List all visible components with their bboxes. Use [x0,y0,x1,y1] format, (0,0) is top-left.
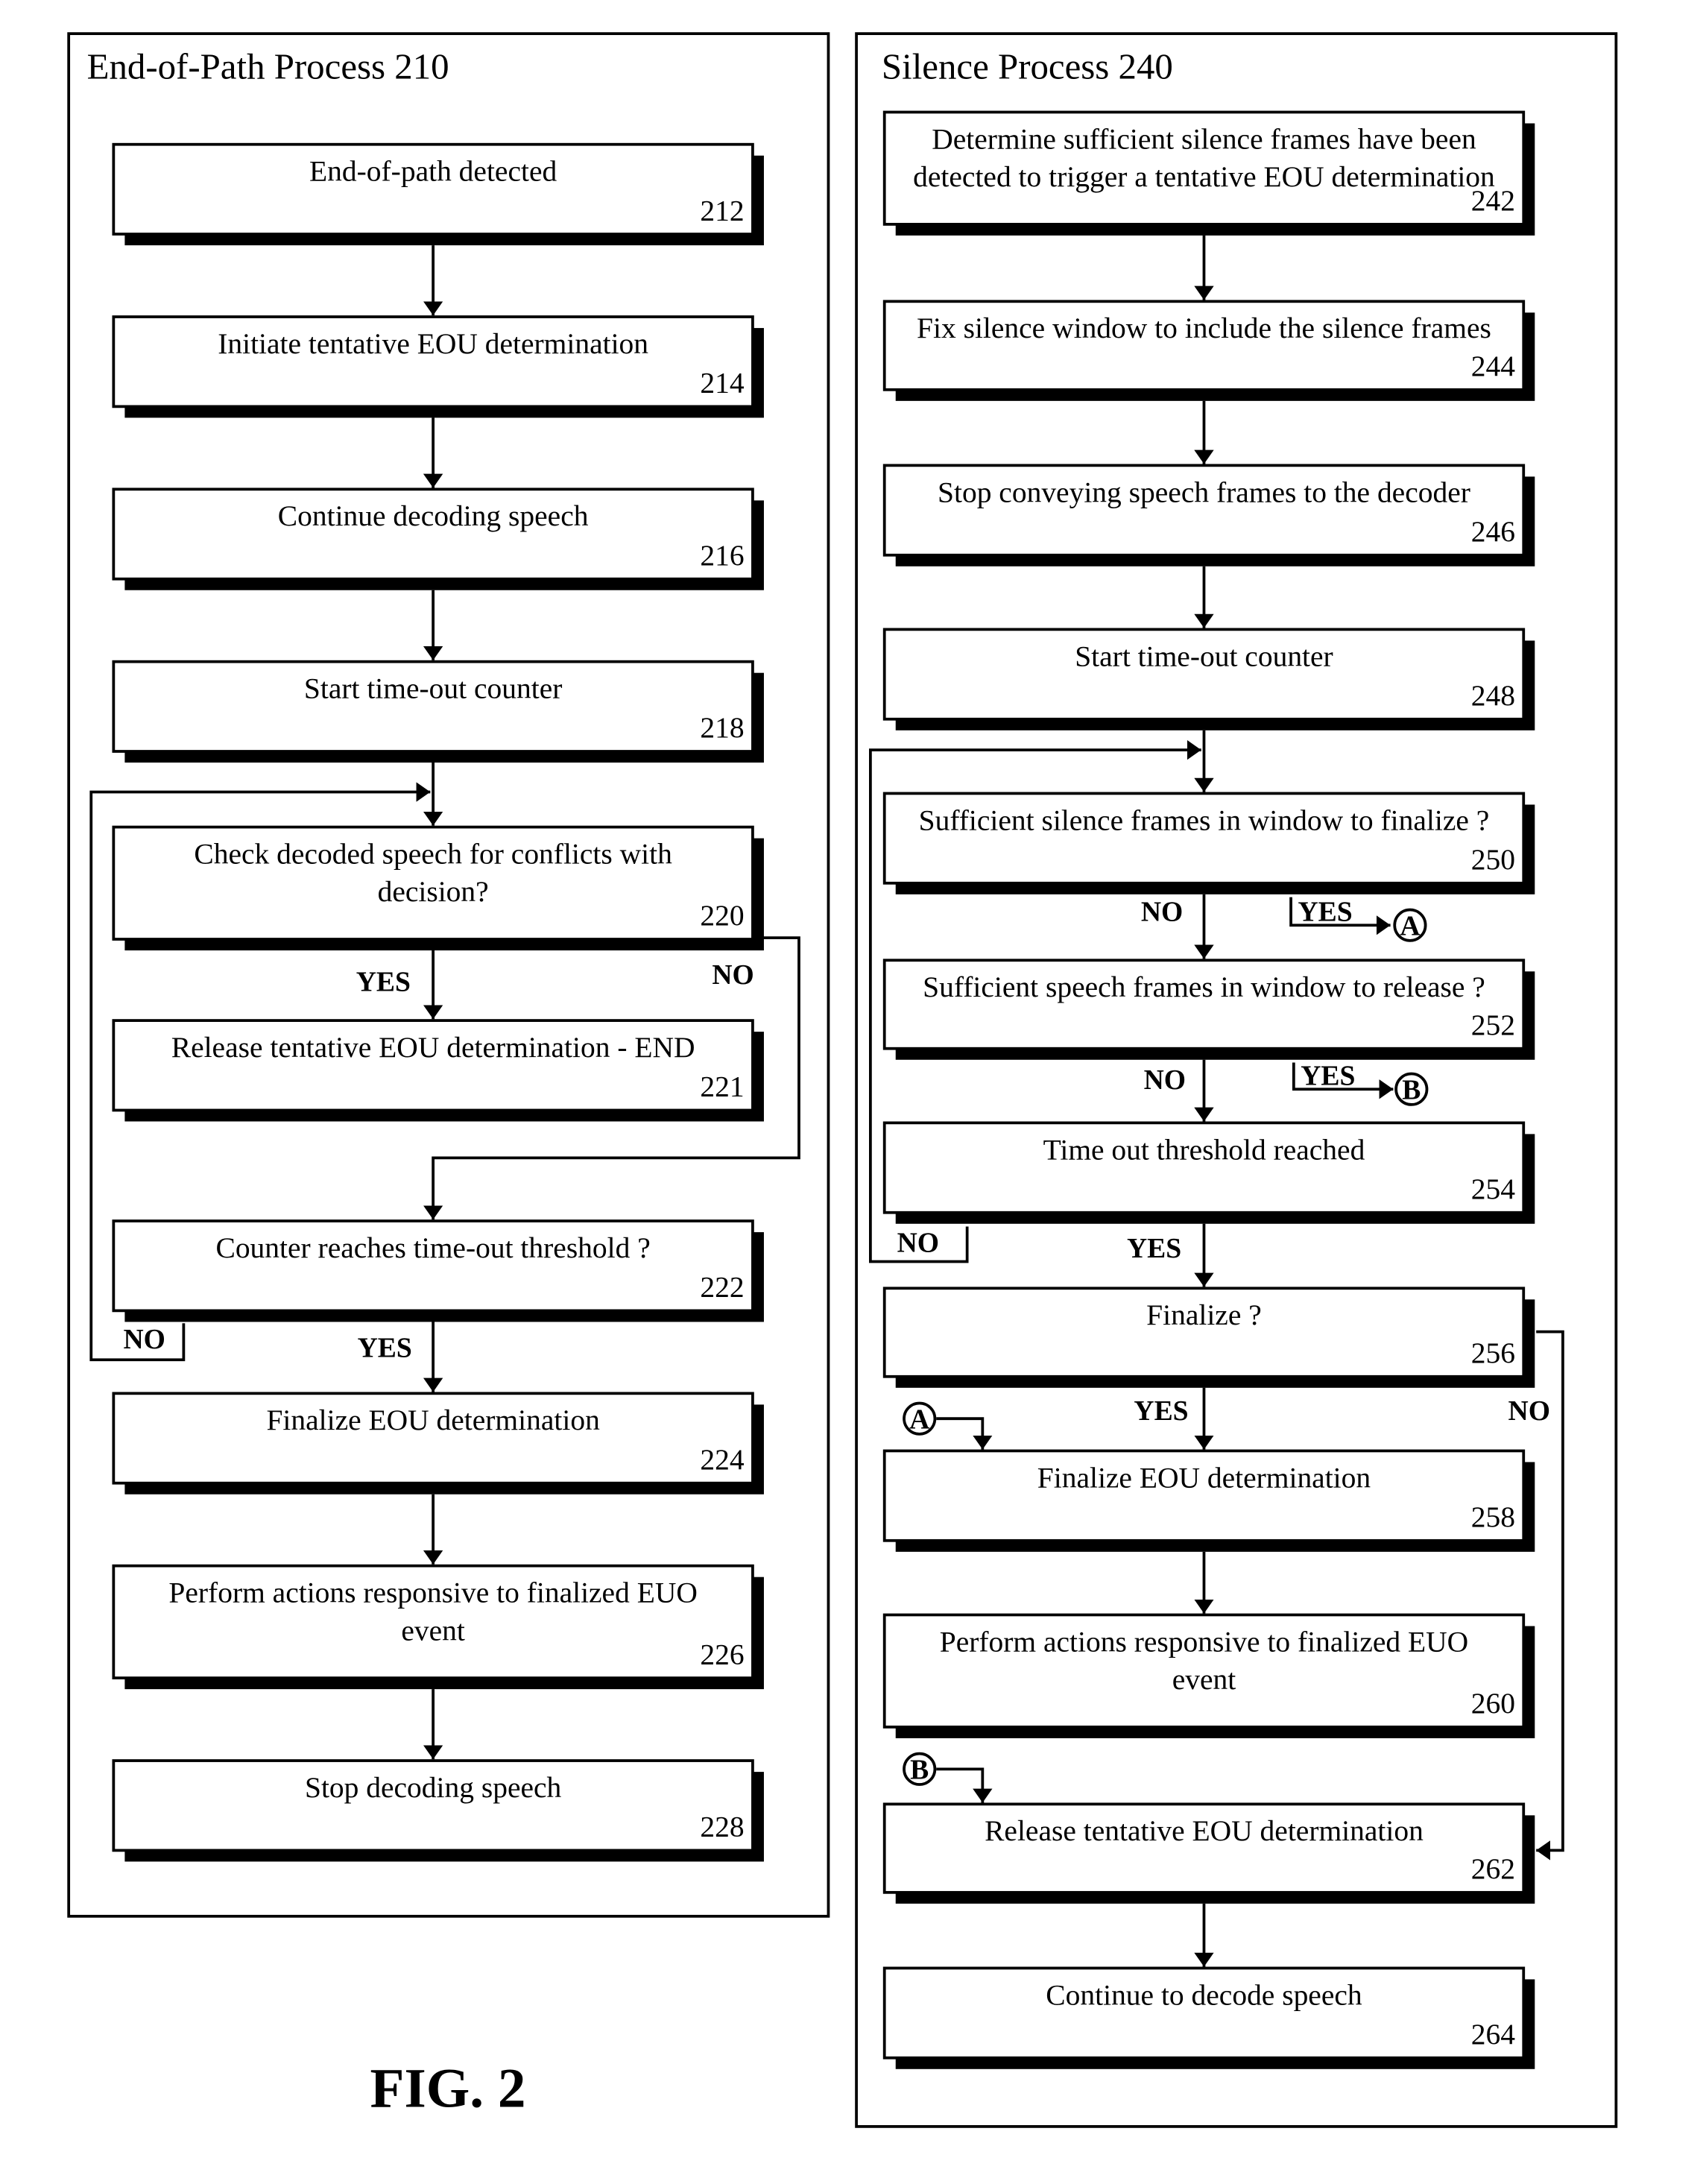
step-number: 248 [1471,679,1515,712]
step-text: Perform actions responsive to finalized … [168,1577,697,1609]
connector-a-out: A [1393,908,1427,942]
branch-label: YES [1298,897,1352,928]
step-number: 262 [1471,1852,1515,1885]
step-box-262: Release tentative EOU determination 262 [882,1802,1535,1904]
step-number: 250 [1471,843,1515,876]
step-number: 242 [1471,184,1515,217]
step-text: Start time-out counter [1075,640,1333,672]
step-box-264: Continue to decode speech 264 [882,1966,1535,2069]
step-number: 222 [700,1271,744,1304]
figure-label: FIG. 2 [370,2058,526,2120]
connector-a-arrow [936,1417,993,1450]
step-box-256: Finalize ? 256 [882,1287,1535,1388]
step-text: Start time-out counter [304,672,563,705]
step-box-218: Start time-out counter 218 [112,660,764,763]
branch-label: YES [358,1332,412,1363]
step-text: Fix silence window to include the silenc… [917,312,1491,344]
connector-b-out: B [1394,1072,1429,1106]
step-number: 224 [700,1443,744,1476]
step-box-252: Sufficient speech frames in window to re… [882,959,1535,1060]
step-box-248: Start time-out counter 248 [882,628,1535,730]
step-box-222: Counter reaches time-out threshold ? 222 [112,1219,764,1322]
step-text: Time out threshold reached [1043,1133,1365,1166]
step-text: Finalize ? [1146,1298,1262,1331]
svg-text:A: A [909,1404,929,1435]
step-text: detected to trigger a tentative EOU dete… [913,160,1495,193]
step-box-216: Continue decoding speech 216 [112,487,764,590]
step-box-228: Stop decoding speech 228 [112,1759,764,1862]
branch-label: NO [712,959,753,991]
step-text: Stop conveying speech frames to the deco… [938,476,1470,508]
step-box-260: Perform actions responsive to finalized … [882,1613,1535,1738]
step-number: 254 [1471,1173,1515,1205]
step-text: Continue decoding speech [278,499,589,532]
step-text: Counter reaches time-out threshold ? [215,1231,650,1264]
connector-b-in: B [903,1752,937,1786]
branch-label: NO [1508,1395,1550,1427]
panel-title: Silence Process 240 [882,45,1173,86]
step-text: Finalize EOU determination [266,1404,600,1436]
step-box-212: End-of-path detected 212 [112,142,764,246]
step-number: 228 [700,1811,744,1843]
branch-label: NO [124,1324,165,1355]
step-number: 264 [1471,2018,1515,2051]
step-box-250: Sufficient silence frames in window to f… [882,792,1535,894]
branch-label: YES [1134,1395,1188,1427]
step-number: 258 [1471,1500,1515,1533]
step-number: 246 [1471,515,1515,548]
panel-title: End-of-Path Process 210 [87,45,449,86]
step-number: 226 [700,1638,744,1670]
step-box-246: Stop conveying speech frames to the deco… [882,464,1535,566]
step-text: Finalize EOU determination [1037,1461,1371,1494]
step-text: End-of-path detected [309,155,557,188]
flowchart-figure: End-of-Path Process 210 End-of-path dete… [67,32,1618,2128]
step-number: 221 [700,1070,744,1103]
step-number: 252 [1471,1009,1515,1041]
step-number: 256 [1471,1336,1515,1369]
step-text: Check decoded speech for conflicts with [194,837,672,870]
step-text: Release tentative EOU determination [985,1814,1424,1847]
step-number: 220 [700,899,744,932]
branch-label: NO [1144,1064,1186,1096]
connector-b-arrow [936,1767,993,1803]
step-text: event [401,1614,465,1647]
step-number: 260 [1471,1687,1515,1720]
branch-label: NO [1141,897,1183,928]
step-text: Stop decoding speech [305,1771,562,1804]
svg-text:B: B [910,1755,929,1786]
step-text: Continue to decode speech [1046,1978,1362,2011]
step-box-242: Determine sufficient silence frames have… [882,110,1535,236]
step-box-244: Fix silence window to include the silenc… [882,300,1535,401]
step-box-214: Initiate tentative EOU determination 214 [112,315,764,418]
branch-label: NO [897,1227,939,1258]
branch-label: YES [356,967,411,998]
connector-a-in: A [903,1401,937,1436]
step-number: 212 [700,194,744,227]
step-box-226: Perform actions responsive to finalized … [112,1564,764,1690]
step-number: 214 [700,367,744,400]
step-box-224: Finalize EOU determination 224 [112,1392,764,1495]
step-number: 244 [1471,350,1515,382]
step-text: Determine sufficient silence frames have… [932,122,1476,155]
step-box-258: Finalize EOU determination 258 [882,1449,1535,1552]
step-number: 216 [700,539,744,572]
step-text: Sufficient speech frames in window to re… [923,971,1485,1003]
step-text: event [1172,1663,1236,1696]
branch-label: YES [1301,1061,1355,1092]
step-box-254: Time out threshold reached 254 [882,1121,1535,1224]
svg-text:B: B [1402,1074,1421,1105]
step-text: Sufficient silence frames in window to f… [919,804,1490,836]
step-text: decision? [378,875,489,908]
step-box-220: Check decoded speech for conflicts with d… [112,825,764,951]
step-text: Initiate tentative EOU determination [218,327,648,360]
step-number: 218 [700,711,744,744]
svg-text:A: A [1400,910,1420,941]
step-box-221: Release tentative EOU determination - EN… [112,1019,764,1122]
branch-label: YES [1127,1233,1181,1264]
step-text: Release tentative EOU determination - EN… [171,1031,695,1064]
step-text: Perform actions responsive to finalized … [940,1625,1468,1658]
